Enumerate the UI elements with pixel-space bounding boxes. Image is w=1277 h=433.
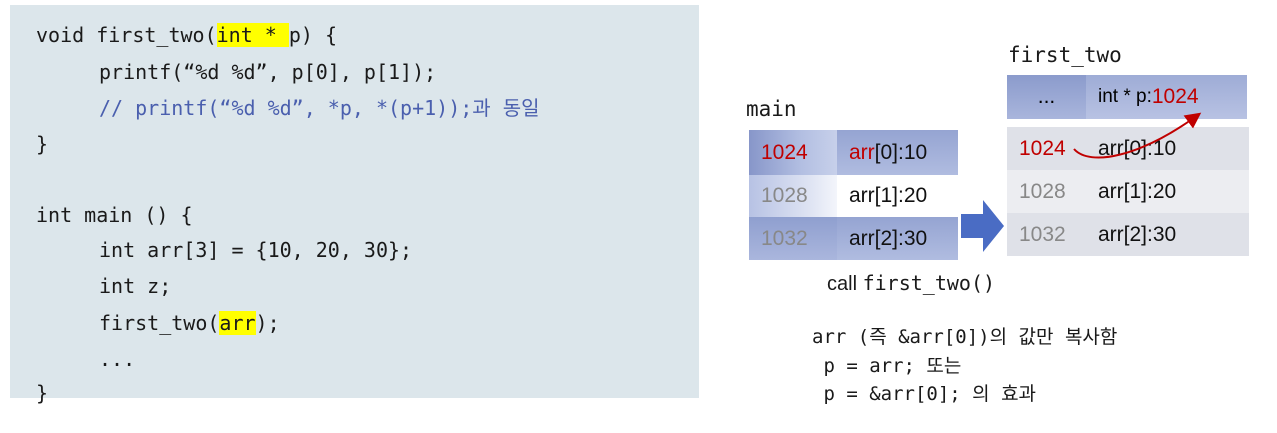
note-line-3: p = &arr[0]; 의 효과: [812, 383, 1037, 405]
addr-text: 1024: [761, 140, 808, 164]
main-row-1-value: arr [1]:20: [837, 175, 958, 217]
code-text: p) {: [288, 23, 338, 47]
var-name: arr: [849, 184, 875, 207]
call-func: first_two(): [862, 271, 996, 295]
var-rest: [0]:10: [874, 140, 928, 164]
first-two-frame-title: first_two: [1008, 43, 1122, 67]
code-text: );: [255, 311, 280, 335]
code-line-3-comment: // printf(“%d %d”, *p, *(p+1));과 동일: [99, 96, 540, 120]
addr-text: 1028: [761, 184, 808, 207]
code-line-10: }: [36, 381, 49, 405]
main-row-0-addr: 1024: [749, 130, 837, 175]
highlight-param-type: int *: [216, 23, 289, 47]
note-line-1: arr (즉 &arr[0])의 값만 복사함: [812, 326, 1118, 348]
first-two-row-2-addr: 1032: [1007, 213, 1086, 256]
code-line-1: void first_two(int * p) {: [36, 22, 337, 48]
right-arrow-icon: [961, 200, 1004, 252]
main-frame-title: main: [746, 97, 797, 121]
code-line-7: int z;: [99, 274, 172, 298]
call-prefix: call: [827, 273, 863, 295]
code-text: first_two(: [99, 311, 220, 335]
note-line-2: p = arr; 또는: [812, 355, 962, 377]
addr-text: 1024: [1019, 136, 1066, 160]
main-row-2-addr: 1032: [749, 217, 837, 260]
main-row-2-value: arr [2]:30: [837, 217, 958, 260]
var-rest: [2]:30: [874, 226, 928, 250]
code-text: void first_two(: [36, 23, 217, 47]
code-line-2: printf(“%d %d”, p[0], p[1]);: [99, 60, 437, 84]
call-label: call first_two(): [827, 271, 995, 296]
main-row-0-value: arr [0]:10: [837, 130, 958, 175]
first-two-row-1-addr: 1028: [1007, 170, 1086, 213]
code-line-5: int main () {: [36, 203, 193, 227]
first-two-row-1-value: arr[1]:20: [1086, 170, 1249, 213]
pointer-arrow: [1073, 112, 1202, 159]
code-line-8: first_two(arr);: [99, 310, 280, 336]
var-name: arr: [849, 226, 875, 250]
var-rest: [1]:20: [874, 184, 928, 207]
code-line-4: }: [36, 132, 49, 156]
first-two-row-2-value: arr[2]:30: [1086, 213, 1249, 256]
code-line-6: int arr[3] = {10, 20, 30};: [99, 238, 413, 262]
addr-text: 1032: [761, 226, 808, 250]
main-row-1-addr: 1028: [749, 175, 837, 217]
code-line-9: ...: [99, 347, 136, 371]
highlight-arg: arr: [219, 311, 256, 335]
var-name: arr: [849, 140, 875, 164]
